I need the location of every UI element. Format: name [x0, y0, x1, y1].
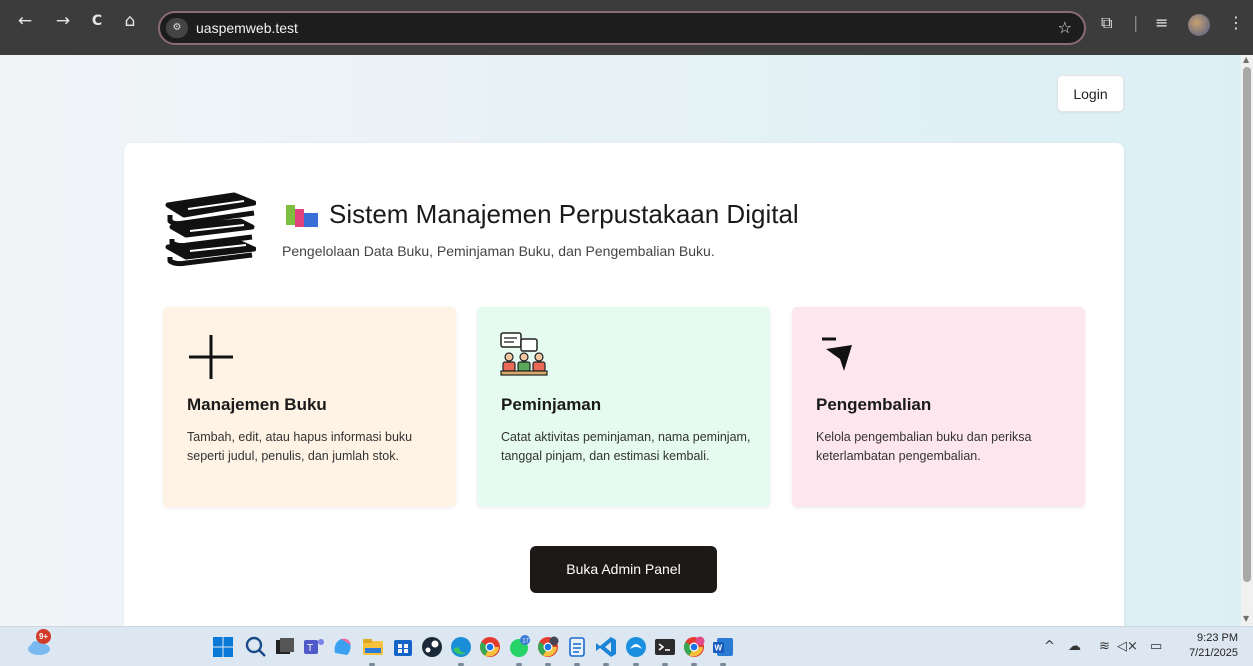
plus-icon	[189, 335, 233, 379]
address-bar[interactable]: ⚙ uaspemweb.test ☆	[158, 11, 1086, 45]
home-icon[interactable]: ⌂	[119, 10, 141, 32]
page-title: Sistem Manajemen Perpustakaan Digital	[329, 199, 799, 229]
search-icon[interactable]	[244, 635, 268, 659]
battery-icon[interactable]: ▭	[1150, 639, 1162, 654]
feature-card-peminjaman[interactable]: Peminjaman Catat aktivitas peminjaman, n…	[477, 307, 770, 507]
tray-overflow-icon[interactable]: ^	[1044, 639, 1055, 654]
discussion-icon	[500, 332, 548, 376]
feature-title: Peminjaman	[501, 395, 602, 414]
teams-icon[interactable]: T	[302, 635, 326, 659]
feature-description: Catat aktivitas peminjaman, nama peminja…	[501, 430, 751, 463]
terminal-icon[interactable]	[653, 635, 677, 659]
copilot-icon[interactable]	[331, 635, 355, 659]
feature-card-manajemen-buku[interactable]: Manajemen Buku Tambah, edit, atau hapus …	[163, 307, 456, 507]
return-arrow-icon	[822, 337, 852, 371]
feature-description: Tambah, edit, atau hapus informasi buku …	[187, 430, 413, 463]
site-info-icon[interactable]: ⚙	[166, 18, 188, 38]
clock-time[interactable]: 9:23 PM	[1188, 632, 1238, 644]
reading-list-icon[interactable]: ≡	[1155, 13, 1168, 32]
books-emoji-icon	[286, 205, 318, 227]
word-icon[interactable]: W	[711, 635, 735, 659]
steam-icon[interactable]	[420, 635, 444, 659]
weather-badge: 9+	[36, 629, 51, 644]
windows-taskbar: 9+ T 17 W ^ ☁ ≋ ◁× ▭ 9:23 PM 7/21/2025	[0, 626, 1253, 666]
scrollbar-thumb[interactable]	[1243, 67, 1251, 582]
profile-avatar[interactable]	[1188, 14, 1210, 36]
svg-text:W: W	[715, 644, 723, 653]
clock-date[interactable]: 7/21/2025	[1178, 647, 1238, 659]
whatsapp-icon[interactable]: 17	[507, 635, 531, 659]
task-view-icon[interactable]	[273, 635, 297, 659]
feature-title: Manajemen Buku	[187, 395, 327, 414]
toolbar-separator: |	[1133, 13, 1139, 32]
feature-card-pengembalian[interactable]: Pengembalian Kelola pengembalian buku da…	[792, 307, 1085, 507]
vertical-scrollbar[interactable]: ▲ ▼	[1241, 55, 1253, 626]
reload-icon[interactable]: C	[86, 10, 108, 32]
scroll-down-icon[interactable]: ▼	[1243, 614, 1249, 623]
back-icon[interactable]: ←	[14, 10, 36, 32]
file-explorer-icon[interactable]	[361, 635, 385, 659]
wifi-icon[interactable]: ≋	[1099, 639, 1110, 654]
feature-title: Pengembalian	[816, 395, 932, 414]
url-text[interactable]: uaspemweb.test	[196, 20, 298, 36]
windows-start-icon[interactable]	[211, 635, 235, 659]
main-card: Sistem Manajemen Perpustakaan Digital Pe…	[124, 143, 1124, 626]
svg-text:17: 17	[522, 639, 529, 645]
forward-icon[interactable]: →	[52, 10, 74, 32]
messenger-icon[interactable]	[624, 635, 648, 659]
chrome-icon[interactable]	[478, 635, 502, 659]
page-subtitle: Pengelolaan Data Buku, Peminjaman Buku, …	[282, 243, 715, 259]
edge-icon[interactable]	[449, 635, 473, 659]
feature-description: Kelola pengembalian buku dan periksa ket…	[816, 430, 1032, 463]
onedrive-icon[interactable]: ☁	[1068, 639, 1081, 654]
store-icon[interactable]	[391, 635, 415, 659]
page-viewport: Login Sistem Manajemen Perpustakaan Digi…	[0, 55, 1241, 626]
chrome-k-profile-icon[interactable]	[682, 635, 706, 659]
svg-text:T: T	[307, 643, 313, 654]
open-admin-panel-button[interactable]: Buka Admin Panel	[530, 546, 717, 593]
vscode-icon[interactable]	[594, 635, 618, 659]
notepad-icon[interactable]	[565, 635, 589, 659]
chrome-profile-icon[interactable]	[536, 635, 560, 659]
scroll-up-icon[interactable]: ▲	[1243, 55, 1249, 64]
books-stack-icon	[165, 192, 256, 267]
menu-icon[interactable]: ⋮	[1228, 13, 1244, 32]
login-button[interactable]: Login	[1057, 75, 1124, 112]
bookmark-star-icon[interactable]: ☆	[1058, 18, 1072, 37]
volume-icon[interactable]: ◁×	[1117, 639, 1138, 654]
browser-toolbar: ← → C ⌂ ⚙ uaspemweb.test ☆ ⧉ | ≡ ⋮	[0, 0, 1253, 55]
extensions-icon[interactable]: ⧉	[1101, 13, 1112, 33]
